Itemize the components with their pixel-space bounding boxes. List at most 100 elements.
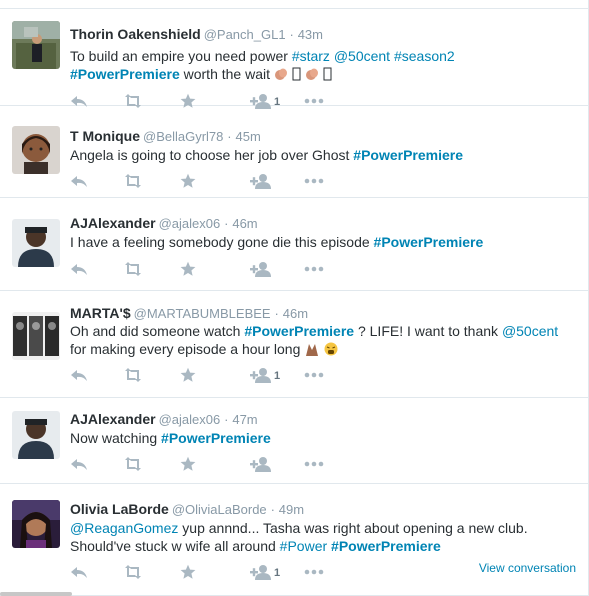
tweet-header: Olivia LaBorde @OliviaLaBorde · 49m	[70, 500, 304, 519]
author-fullname[interactable]: AJAlexander	[70, 411, 156, 427]
star-icon	[180, 367, 196, 383]
tweet-timestamp[interactable]: 46m	[283, 306, 308, 321]
reply-icon	[70, 173, 88, 189]
star-icon	[180, 564, 196, 580]
favorite-button[interactable]	[180, 173, 196, 193]
horizontal-scrollbar[interactable]	[0, 592, 72, 596]
retweet-button[interactable]	[122, 261, 144, 281]
avatar[interactable]	[12, 500, 60, 548]
tweet[interactable]: T Monique @BellaGyrl78 · 45m Angela is goi…	[0, 106, 588, 198]
tweet-timestamp[interactable]: 49m	[279, 502, 304, 517]
retweet-button[interactable]	[122, 456, 144, 476]
tweet-actions: 1	[70, 367, 340, 387]
tweet-timestamp[interactable]: 43m	[298, 27, 323, 42]
avatar[interactable]	[12, 126, 60, 174]
text-segment: I have a feeling somebody gone die this …	[70, 234, 374, 250]
text-segment: Oh and did someone watch	[70, 323, 245, 339]
tweet[interactable]: Thorin Oakenshield @Panch_GL1 · 43m To bui…	[0, 9, 588, 109]
avatar[interactable]	[12, 312, 60, 360]
tweet[interactable]: AJAlexander @ajalex06 · 46m I have a feeli…	[0, 198, 588, 291]
hashtag-link[interactable]: #PowerPremiere	[374, 234, 484, 250]
separator-dot: ·	[289, 27, 294, 42]
emoji-box-icon	[323, 66, 332, 82]
tweet-timestamp[interactable]: 46m	[232, 216, 257, 231]
view-conversation-link[interactable]: View conversation	[479, 561, 576, 575]
star-icon	[180, 261, 196, 277]
hashtag-link[interactable]: #PowerPremiere	[353, 147, 463, 163]
more-button[interactable]	[304, 261, 324, 281]
avatar[interactable]	[12, 411, 60, 459]
follow-user-icon	[250, 456, 272, 472]
author-fullname[interactable]: Thorin Oakenshield	[70, 26, 201, 42]
tweet[interactable]: MARTA'$ @MARTABUMBLEBEE · 46m Oh and did s…	[0, 291, 588, 398]
hashtag-link[interactable]: #PowerPremiere	[161, 430, 271, 446]
emoji-box-icon	[292, 66, 305, 82]
tweet-text: I have a feeling somebody gone die this …	[70, 233, 580, 251]
retweet-button[interactable]	[122, 367, 144, 387]
author-handle[interactable]: @MARTABUMBLEBEE	[134, 306, 271, 321]
tweet-text: Oh and did someone watch #PowerPremiere …	[70, 322, 580, 358]
author-handle[interactable]: @BellaGyrl78	[143, 129, 223, 144]
more-options-icon	[304, 173, 324, 189]
author-fullname[interactable]: MARTA'$	[70, 305, 131, 321]
favorite-button[interactable]	[180, 261, 196, 281]
hashtag-link[interactable]: #PowerPremiere	[244, 323, 354, 339]
star-icon	[180, 456, 196, 472]
retweet-icon	[122, 564, 144, 580]
follow-button[interactable]	[250, 173, 272, 193]
follow-user-icon	[250, 367, 272, 383]
more-button[interactable]	[304, 173, 324, 193]
tweet-timestamp[interactable]: 45m	[236, 129, 261, 144]
favorite-button[interactable]	[180, 564, 196, 584]
more-button[interactable]	[304, 564, 324, 584]
author-handle[interactable]: @Panch_GL1	[204, 27, 286, 42]
follow-button[interactable]	[250, 456, 272, 476]
tweet-header: MARTA'$ @MARTABUMBLEBEE · 46m	[70, 304, 308, 323]
hashtag-link[interactable]: #PowerPremiere	[70, 66, 180, 82]
tweet-text: @ReaganGomez yup annnd... Tasha was righ…	[70, 519, 580, 555]
mention-link[interactable]: @50cent	[334, 48, 390, 64]
retweet-button[interactable]	[122, 173, 144, 193]
text-segment: yup annnd... Tasha was right about openi…	[178, 520, 528, 536]
follow-button[interactable]	[250, 261, 272, 281]
mention-link[interactable]: @ReaganGomez	[70, 520, 178, 536]
tweet-actions	[70, 456, 340, 476]
hashtag-link[interactable]: #season2	[394, 48, 455, 64]
text-segment: To build an empire you need power	[70, 48, 292, 64]
reply-button[interactable]	[70, 456, 88, 476]
tweet[interactable]: AJAlexander @ajalex06 · 47m Now watching #…	[0, 398, 588, 484]
reply-icon	[70, 367, 88, 383]
tweet-text: Angela is going to choose her job over G…	[70, 146, 580, 164]
tweet-timestamp[interactable]: 47m	[232, 412, 257, 427]
avatar[interactable]	[12, 219, 60, 267]
retweet-button[interactable]	[122, 564, 144, 584]
author-fullname[interactable]: Olivia LaBorde	[70, 501, 169, 517]
favorite-button[interactable]	[180, 456, 196, 476]
mention-link[interactable]: @50cent	[502, 323, 558, 339]
tweet-text: To build an empire you need power #starz…	[70, 47, 580, 83]
hashtag-link[interactable]: #starz	[292, 48, 330, 64]
follow-button[interactable]	[250, 564, 272, 584]
avatar[interactable]	[12, 21, 60, 69]
hashtag-link[interactable]: #PowerPremiere	[331, 538, 441, 554]
tweet[interactable]: Olivia LaBorde @OliviaLaBorde · 49m @Reaga…	[0, 484, 588, 596]
author-handle[interactable]: @ajalex06	[159, 412, 221, 427]
reply-button[interactable]	[70, 367, 88, 387]
hashtag-link[interactable]: #Power	[280, 538, 327, 554]
tweet-header: AJAlexander @ajalex06 · 47m	[70, 410, 258, 429]
reply-button[interactable]	[70, 261, 88, 281]
author-fullname[interactable]: T Monique	[70, 128, 140, 144]
favorite-button[interactable]	[180, 367, 196, 387]
emoji-tired-icon	[324, 341, 338, 357]
author-handle[interactable]: @OliviaLaBorde	[172, 502, 267, 517]
author-handle[interactable]: @ajalex06	[159, 216, 221, 231]
more-button[interactable]	[304, 367, 324, 387]
reply-button[interactable]	[70, 173, 88, 193]
reply-button[interactable]	[70, 564, 88, 584]
more-button[interactable]	[304, 456, 324, 476]
more-options-icon	[304, 564, 324, 580]
author-fullname[interactable]: AJAlexander	[70, 215, 156, 231]
star-icon	[180, 173, 196, 189]
tweet-header: Thorin Oakenshield @Panch_GL1 · 43m	[70, 25, 323, 44]
follow-button[interactable]	[250, 367, 272, 387]
